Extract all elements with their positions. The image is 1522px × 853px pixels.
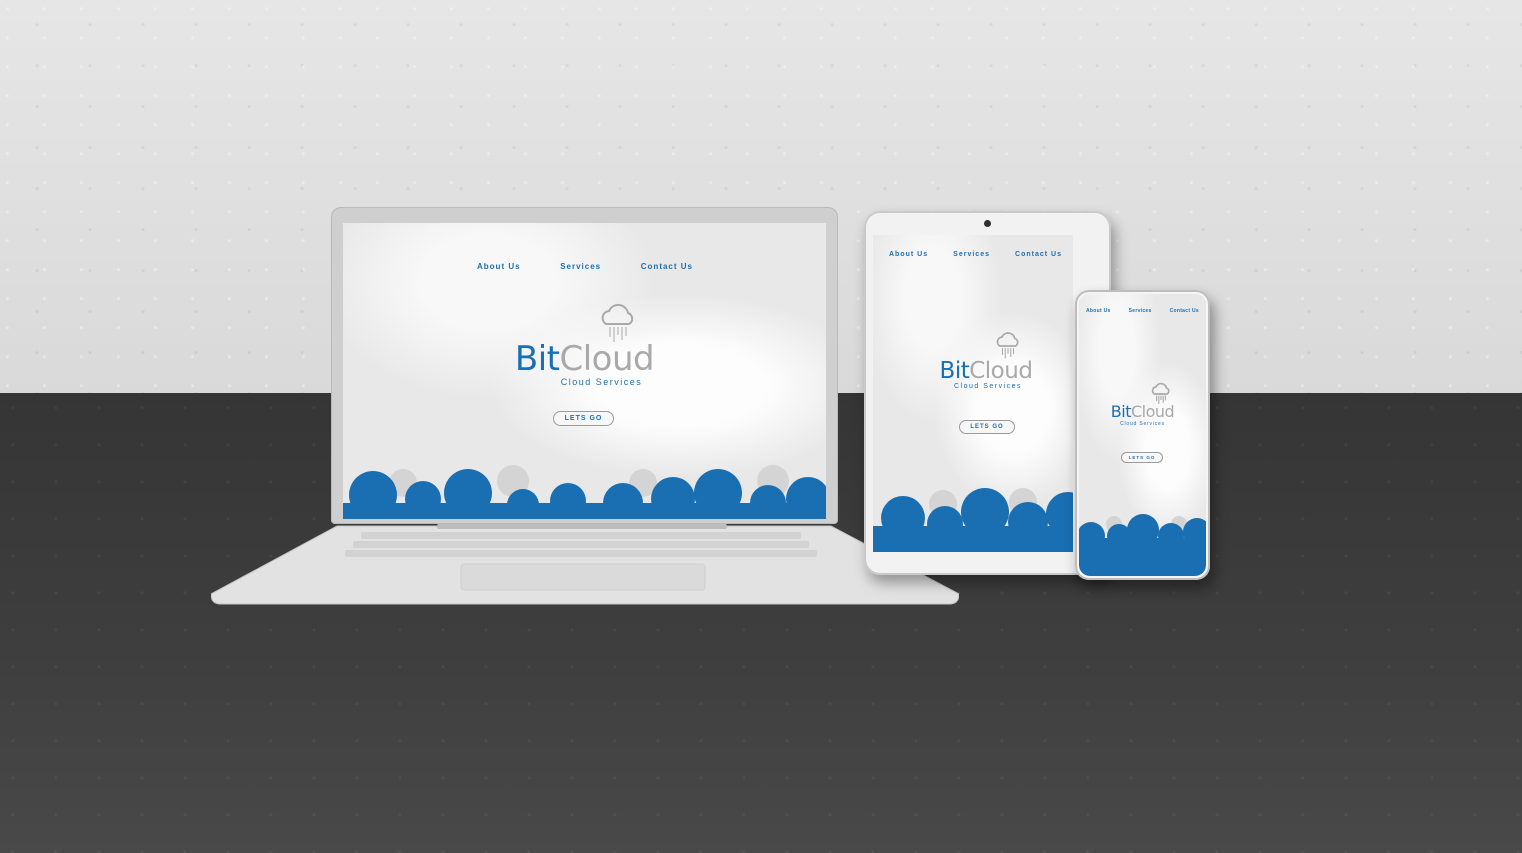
- brand-bit: Bit: [514, 339, 560, 379]
- nav-services[interactable]: Services: [953, 251, 990, 258]
- nav-contact-us[interactable]: Contact Us: [641, 262, 693, 271]
- brand-tagline-phone: Cloud Services: [1120, 421, 1165, 427]
- brand-cloud: Cloud: [969, 358, 1033, 384]
- nav-services[interactable]: Services: [1129, 308, 1152, 314]
- nav-about-us[interactable]: About Us: [889, 251, 928, 258]
- laptop-screen: About Us Services Contact Us BitCloud Cl…: [343, 223, 826, 519]
- lets-go-button[interactable]: LETS GO: [1121, 452, 1163, 463]
- brand-tagline: Cloud Services: [560, 377, 643, 387]
- website-preview-tablet: About Us Services Contact Us BitCloud Cl…: [873, 235, 1073, 552]
- brand-logo-tablet: BitCloud: [899, 357, 1073, 384]
- website-preview: About Us Services Contact Us BitCloud Cl…: [343, 223, 826, 519]
- camera-icon: [984, 220, 991, 227]
- cloud-footer: [1079, 514, 1206, 576]
- brand-logo-phone: BitCloud: [1079, 402, 1206, 422]
- cloud-footer: [873, 488, 1073, 552]
- cloud-footer: [343, 465, 826, 519]
- tablet-device: About Us Services Contact Us BitCloud Cl…: [864, 211, 1111, 575]
- brand-bit: Bit: [939, 358, 970, 384]
- lets-go-button[interactable]: LETS GO: [553, 411, 614, 426]
- brand-tagline-tablet: Cloud Services: [953, 383, 1023, 390]
- brand-cloud: Cloud: [559, 339, 655, 379]
- brand-bit: Bit: [1110, 402, 1132, 421]
- nav-bar: About Us Services Contact Us: [477, 262, 693, 271]
- laptop-lid: About Us Services Contact Us BitCloud Cl…: [331, 207, 838, 524]
- nav-bar-tablet: About Us Services Contact Us: [889, 251, 1062, 258]
- brand-logo: BitCloud: [343, 339, 826, 379]
- nav-about-us[interactable]: About Us: [1086, 308, 1111, 314]
- nav-bar-phone: About Us Services Contact Us: [1086, 308, 1199, 314]
- nav-about-us[interactable]: About Us: [477, 262, 521, 271]
- laptop-base: [211, 524, 959, 606]
- lets-go-button[interactable]: LETS GO: [959, 420, 1015, 434]
- nav-contact-us[interactable]: Contact Us: [1015, 251, 1062, 258]
- phone-device: About Us Services Contact Us BitCloud Cl…: [1075, 290, 1210, 580]
- phone-screen: About Us Services Contact Us BitCloud Cl…: [1079, 294, 1206, 576]
- tablet-screen: About Us Services Contact Us BitCloud Cl…: [873, 235, 1073, 552]
- nav-contact-us[interactable]: Contact Us: [1170, 308, 1199, 314]
- website-preview-phone: About Us Services Contact Us BitCloud Cl…: [1079, 294, 1206, 576]
- nav-services[interactable]: Services: [560, 262, 601, 271]
- brand-cloud: Cloud: [1131, 402, 1175, 421]
